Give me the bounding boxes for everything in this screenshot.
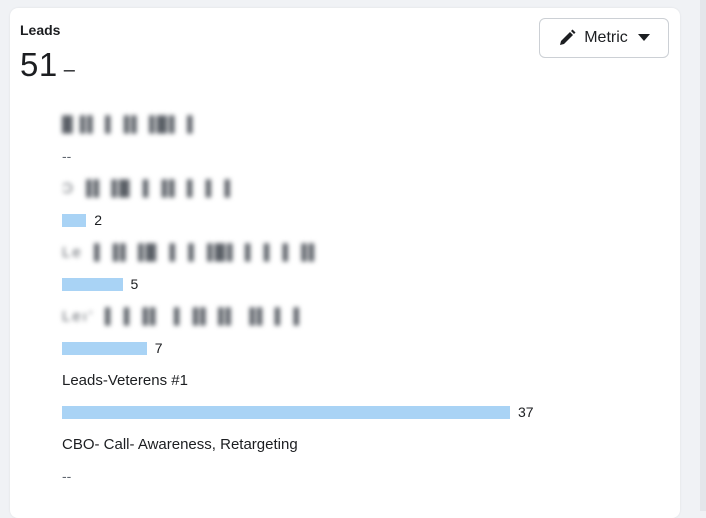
caret-down-icon (637, 34, 650, 42)
breakdown-row: CBO- Call- Awareness, Retargeting -- (62, 436, 622, 492)
breakdown-bar (62, 213, 87, 227)
breakdown-row: Ɔ ▐▌▐█ ▐ ▐▌▐ ▐ ▐ 2 (62, 180, 622, 236)
breakdown-empty-value: -- (62, 468, 72, 484)
breakdown-bar-value: 5 (130, 276, 139, 292)
breakdown-bar-value: 2 (94, 212, 102, 228)
total-delta: – (63, 59, 75, 81)
breakdown-row: Le ▐ ▐▌▐█ ▐ ▐ ▐█▌▐ ▐ ▐ ▐▌ 5 (62, 244, 622, 300)
breakdown-row-label: █▐▌▐ ▐▌▐█▌▐ (62, 116, 195, 133)
breakdown-row: █▐▌▐ ▐▌▐█▌▐ -- (62, 116, 622, 172)
panel-edge (700, 0, 706, 511)
breakdown-bar (62, 405, 510, 419)
breakdown-row-value-line: -- (62, 148, 71, 164)
metric-button-label: Metric (584, 29, 628, 46)
breakdown-bar-value: 7 (154, 340, 163, 356)
breakdown-bar (62, 341, 147, 355)
breakdown-bar-value: 37 (518, 404, 534, 420)
breakdown-row-label: Ɔ ▐▌▐█ ▐ ▐▌▐ ▐ ▐ (62, 180, 232, 197)
breakdown-row-value-line: 5 (62, 276, 138, 292)
pencil-icon (558, 29, 576, 47)
breakdown-row-label: Le ▐ ▐▌▐█ ▐ ▐ ▐█▌▐ ▐ ▐ ▐▌ (62, 244, 322, 261)
breakdown-row: Leı’ ▐ ▐ ▐▌ ▐ ▐▌▐▌ ▐▌▐ ▐ 7 (62, 308, 622, 364)
metric-button[interactable]: Metric (539, 18, 669, 58)
breakdown-row-label: Leads-Veterens #1 (62, 372, 188, 389)
card-title: Leads (20, 22, 61, 38)
breakdown-bar (62, 277, 123, 291)
breakdown-row-value-line: -- (62, 468, 71, 484)
total-value: 51 (20, 46, 58, 83)
breakdown-row: Leads-Veterens #1 37 (62, 372, 622, 428)
breakdown-row-label: Leı’ ▐ ▐ ▐▌ ▐ ▐▌▐▌ ▐▌▐ ▐ (62, 308, 301, 325)
breakdown-row-value-line: 37 (62, 404, 534, 420)
leads-card: Leads 51 – Metric █▐▌▐ ▐▌▐█▌▐ -- Ɔ ▐▌▐█ ▐ … (10, 8, 680, 518)
total-summary: 51 – (20, 46, 75, 84)
breakdown-row-label: CBO- Call- Awareness, Retargeting (62, 436, 298, 453)
breakdown-row-value-line: 2 (62, 212, 102, 228)
breakdown-empty-value: -- (62, 148, 72, 164)
breakdown-row-value-line: 7 (62, 340, 163, 356)
